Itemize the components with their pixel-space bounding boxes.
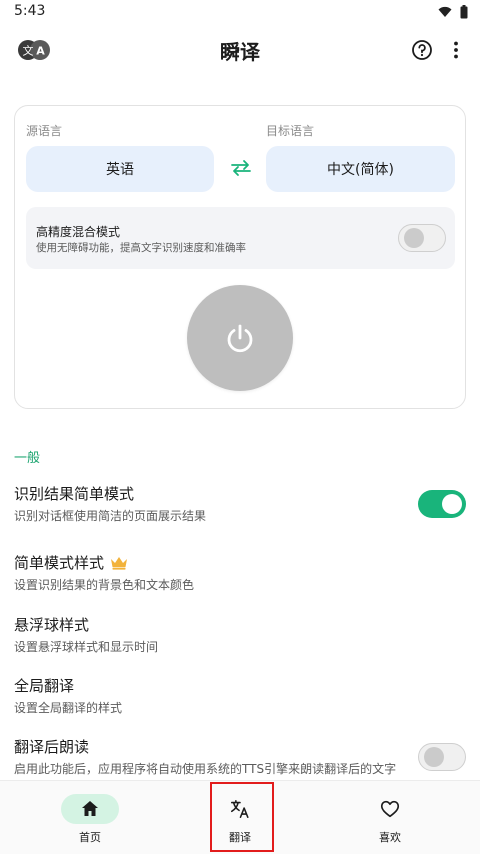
nav-active-indicator: [61, 794, 119, 824]
heart-icon: [380, 800, 400, 818]
source-language-button[interactable]: 英语: [26, 146, 214, 192]
simple-result-mode-toggle[interactable]: [418, 490, 466, 518]
start-translation-power-button[interactable]: [187, 285, 293, 391]
app-title: 瞬译: [220, 40, 260, 64]
power-icon: [227, 324, 253, 353]
section-header-general: 一般: [14, 451, 41, 466]
help-icon[interactable]: [410, 38, 434, 62]
toggle-knob: [404, 228, 424, 248]
nav-item-favorites[interactable]: 喜欢: [310, 781, 470, 854]
app-bar: 文 A 瞬译: [0, 26, 480, 76]
toggle-knob: [424, 747, 444, 767]
setting-global-translation[interactable]: 全局翻译 设置全局翻译的样式: [0, 675, 480, 733]
setting-subtitle: 设置识别结果的背景色和文本颜色: [14, 578, 195, 592]
setting-title: 全局翻译: [14, 677, 75, 695]
setting-title: 翻译后朗读: [14, 738, 90, 756]
high-precision-mode-row: 高精度混合模式 使用无障碍功能，提高文字识别速度和准确率: [26, 207, 455, 269]
setting-floating-ball-style[interactable]: 悬浮球样式 设置悬浮球样式和显示时间: [0, 614, 480, 672]
nav-item-home[interactable]: 首页: [10, 781, 170, 854]
status-bar: 5:43: [0, 0, 480, 26]
setting-title-wrap: 简单模式样式: [14, 552, 128, 573]
nav-label: 喜欢: [379, 831, 401, 844]
setting-subtitle: 启用此功能后，应用程序将自动使用系统的TTS引擎来朗读翻译后的文字: [14, 762, 397, 776]
more-menu-icon[interactable]: [444, 38, 468, 62]
source-language-label: 源语言: [26, 124, 63, 138]
home-icon: [82, 801, 98, 816]
setting-subtitle: 设置全局翻译的样式: [14, 701, 123, 715]
setting-title: 识别结果简单模式: [14, 485, 135, 503]
target-language-label: 目标语言: [266, 124, 315, 138]
battery-icon: [460, 5, 468, 19]
setting-title: 悬浮球样式: [14, 616, 90, 634]
high-precision-mode-toggle[interactable]: [398, 224, 446, 252]
nav-icon-wrap: [361, 794, 419, 824]
target-language-button[interactable]: 中文(简体): [266, 146, 455, 192]
translation-card: 源语言 目标语言 英语 中文(简体) 高精度混合模式 使用无障碍功能，提高文字识…: [14, 105, 466, 409]
status-time: 5:43: [14, 3, 46, 19]
high-precision-mode-description: 使用无障碍功能，提高文字识别速度和准确率: [36, 242, 246, 254]
setting-title: 简单模式样式: [14, 554, 105, 572]
nav-label: 首页: [79, 831, 101, 844]
setting-simple-result-mode[interactable]: 识别结果简单模式 识别对话框使用简洁的页面展示结果: [0, 483, 480, 541]
setting-simple-mode-style[interactable]: 简单模式样式 设置识别结果的背景色和文本颜色: [0, 552, 480, 610]
swap-languages-icon[interactable]: [229, 158, 253, 178]
high-precision-mode-title: 高精度混合模式: [36, 225, 121, 239]
toggle-knob: [442, 494, 462, 514]
setting-subtitle: 设置悬浮球样式和显示时间: [14, 640, 159, 654]
setting-subtitle: 识别对话框使用简洁的页面展示结果: [14, 509, 207, 523]
status-icons: [438, 5, 468, 19]
highlight-annotation-box: [210, 782, 274, 852]
crown-icon: [111, 556, 128, 570]
read-aloud-toggle[interactable]: [418, 743, 466, 771]
wifi-icon: [438, 6, 452, 17]
